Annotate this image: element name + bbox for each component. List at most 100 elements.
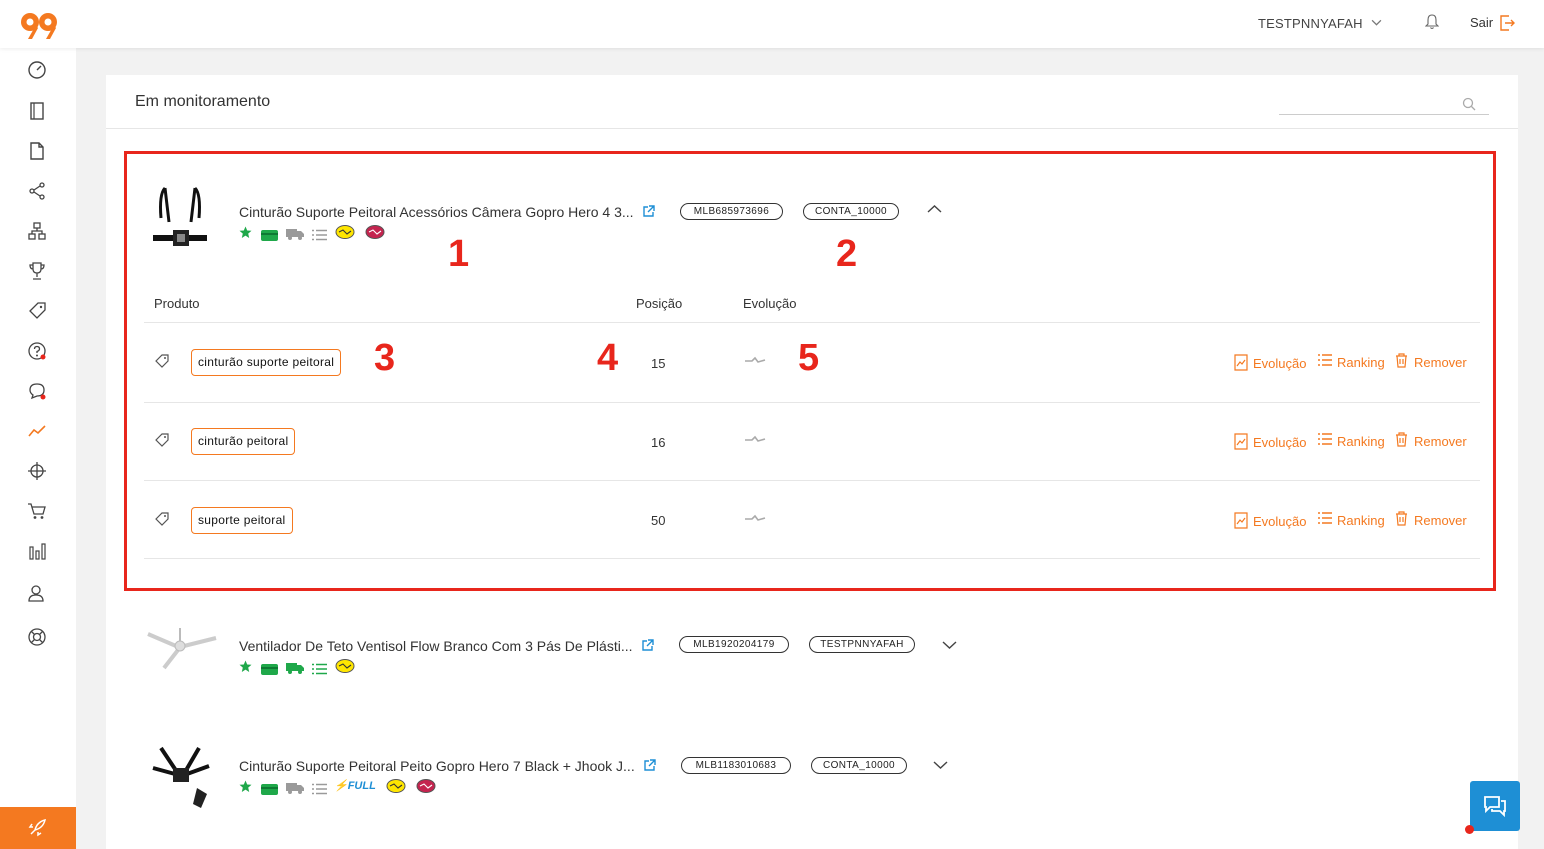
chevron-down-icon[interactable]	[1371, 17, 1382, 28]
page-title: Em monitoramento	[135, 93, 271, 110]
cart-icon[interactable]	[27, 501, 47, 521]
product-thumbnail[interactable]	[146, 624, 218, 672]
evolucao-label: Evolução	[1253, 514, 1307, 529]
bar-chart-icon[interactable]	[27, 541, 47, 561]
ranking-label: Ranking	[1337, 513, 1385, 528]
lightning-icon: ⚡	[334, 780, 348, 792]
ranking-button[interactable]: Ranking	[1318, 512, 1385, 529]
notebook-icon[interactable]	[27, 101, 47, 121]
product-status-icons	[239, 659, 359, 676]
trash-icon	[1396, 432, 1407, 447]
keyword-chip[interactable]: suporte peitoral	[191, 507, 293, 534]
trend-icon[interactable]	[27, 421, 47, 441]
annotation-label: 3	[374, 337, 396, 379]
row-divider	[144, 402, 1480, 403]
price-tag-icon[interactable]	[27, 301, 47, 321]
product-title[interactable]: Cinturão Suporte Peitoral Peito Gopro He…	[239, 758, 635, 774]
ranking-list-icon	[1318, 354, 1332, 366]
rocket-button[interactable]	[0, 807, 76, 849]
credit-card-icon	[261, 230, 278, 241]
product-title[interactable]: Ventilador De Teto Ventisol Flow Branco …	[239, 638, 633, 654]
app-logo[interactable]	[19, 10, 59, 40]
dashboard-icon[interactable]	[27, 60, 47, 80]
chevron-up-icon[interactable]	[927, 204, 942, 214]
chat-icon[interactable]	[27, 381, 47, 401]
notification-dot	[1465, 825, 1474, 834]
ranking-label: Ranking	[1337, 355, 1385, 370]
column-header-posicao: Posição	[636, 296, 683, 311]
mercadolider-badge-icon	[365, 225, 385, 239]
mlb-id-badge: MLB1183010683	[681, 757, 791, 774]
ranking-list-icon	[1318, 512, 1332, 524]
question-icon[interactable]	[27, 341, 47, 361]
external-link-icon[interactable]	[643, 759, 656, 772]
tag-icon	[155, 433, 169, 447]
mercadolivre-badge-icon	[335, 225, 355, 239]
remover-button[interactable]: Remover	[1395, 511, 1467, 529]
evolucao-button[interactable]: Evolução	[1234, 433, 1307, 451]
evolucao-label: Evolução	[1253, 435, 1307, 450]
target-icon[interactable]	[27, 461, 47, 481]
sidebar	[0, 48, 76, 849]
external-link-icon[interactable]	[641, 639, 654, 652]
user-menu[interactable]: TESTPNNYAFAH	[1258, 16, 1363, 31]
mlb-id-badge: MLB1920204179	[679, 636, 789, 653]
chevron-down-icon[interactable]	[933, 760, 948, 770]
chart-doc-icon	[1234, 354, 1248, 371]
list-icon	[312, 783, 327, 795]
star-icon	[239, 660, 252, 672]
row-divider	[144, 322, 1480, 323]
full-badge: ⚡FULL	[334, 779, 376, 792]
row-divider	[144, 558, 1480, 559]
bell-icon[interactable]	[1425, 14, 1439, 30]
credit-card-icon	[261, 784, 278, 795]
chevron-down-icon[interactable]	[942, 640, 957, 650]
annotation-label: 5	[798, 337, 820, 379]
full-label: FULL	[347, 780, 376, 792]
keyword-chip[interactable]: cinturão suporte peitoral	[191, 349, 342, 376]
evolucao-button[interactable]: Evolução	[1234, 512, 1307, 530]
ranking-button[interactable]: Ranking	[1318, 433, 1385, 450]
truck-icon	[286, 229, 304, 240]
users-icon[interactable]	[27, 583, 47, 603]
external-link-icon[interactable]	[642, 205, 655, 218]
annotation-label: 4	[597, 337, 619, 379]
evolucao-button[interactable]: Evolução	[1234, 354, 1306, 372]
remover-label: Remover	[1414, 434, 1467, 449]
chart-doc-icon	[1234, 433, 1248, 450]
search-input[interactable]	[1279, 114, 1489, 115]
logout-button[interactable]: Sair	[1470, 15, 1493, 30]
annotation-label: 2	[836, 233, 858, 275]
document-icon[interactable]	[27, 141, 47, 161]
product-title[interactable]: Cinturão Suporte Peitoral Acessórios Câm…	[239, 204, 634, 220]
logout-icon[interactable]	[1500, 15, 1515, 31]
keyword-chip[interactable]: cinturão peitoral	[191, 428, 296, 455]
trophy-icon[interactable]	[27, 261, 47, 281]
search-icon[interactable]	[1462, 97, 1476, 111]
chat-bubbles-icon	[1484, 796, 1506, 818]
truck-icon	[286, 663, 304, 674]
trash-icon	[1396, 511, 1407, 526]
ranking-button[interactable]: Ranking	[1318, 354, 1385, 371]
chat-widget-button[interactable]	[1470, 781, 1520, 831]
tag-icon	[155, 354, 169, 368]
tag-icon	[155, 512, 169, 526]
trash-icon	[1396, 353, 1407, 368]
chart-doc-icon	[1234, 512, 1248, 529]
sparkline-icon[interactable]	[744, 513, 766, 523]
star-icon	[239, 780, 252, 792]
product-thumbnail[interactable]	[147, 742, 217, 812]
ranking-list-icon	[1318, 433, 1332, 445]
star-icon	[239, 226, 252, 238]
structure-icon[interactable]	[27, 221, 47, 241]
share-icon[interactable]	[27, 181, 47, 201]
remover-button[interactable]: Remover	[1395, 353, 1467, 371]
sparkline-icon[interactable]	[744, 355, 766, 365]
column-header-produto: Produto	[154, 296, 200, 311]
product-status-icons	[239, 225, 389, 242]
product-thumbnail[interactable]	[147, 184, 213, 256]
support-icon[interactable]	[27, 627, 47, 647]
remover-button[interactable]: Remover	[1395, 432, 1467, 450]
position-value: 15	[651, 356, 666, 371]
sparkline-icon[interactable]	[744, 434, 766, 444]
